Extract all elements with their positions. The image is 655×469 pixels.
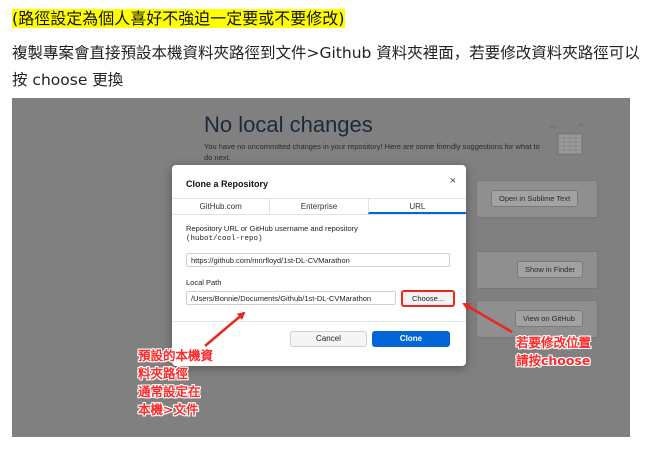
repository-url-label: Repository URL or GitHub username and re… <box>186 224 358 244</box>
dialog-divider <box>172 321 466 322</box>
tab-url[interactable]: URL <box>367 199 466 214</box>
close-icon[interactable]: × <box>450 175 456 187</box>
annotation-left-line: 通常設定在 <box>138 384 201 399</box>
annotation-left: 預設的本機資 料夾路徑 通常設定在 本機>文件 <box>138 347 213 419</box>
view-on-github-button[interactable]: View on GitHub <box>515 310 583 327</box>
annotation-right-line: 若要修改位置 <box>516 335 592 350</box>
show-in-finder-button[interactable]: Show in Finder <box>517 261 584 278</box>
note-line: (路徑設定為個人喜好不強迫一定要或不要修改) <box>12 8 345 30</box>
local-path-input[interactable]: /Users/Bonnie/Documents/Github/1st-DL-CV… <box>186 291 396 305</box>
suggestion-panel-finder: Show in Finder <box>476 251 598 289</box>
clone-repository-dialog: Clone a Repository × GitHub.com Enterpri… <box>172 165 466 366</box>
highlighted-note: (路徑設定為個人喜好不強迫一定要或不要修改) <box>12 9 345 28</box>
repository-url-hint: (hubot/cool-repo) <box>186 235 263 243</box>
github-desktop-screenshot: No local changes You have no uncommitted… <box>12 98 630 437</box>
no-changes-title: No local changes <box>204 112 373 137</box>
suggestion-panel-github: View on GitHub <box>476 300 598 338</box>
cancel-button[interactable]: Cancel <box>290 331 367 347</box>
open-in-sublime-button[interactable]: Open in Sublime Text <box>491 190 579 207</box>
annotation-left-line: 本機>文件 <box>138 402 199 417</box>
tab-github-com[interactable]: GitHub.com <box>172 199 269 214</box>
local-path-label: Local Path <box>186 278 222 287</box>
annotation-right: 若要修改位置 請按choose <box>516 334 591 370</box>
suggestion-illustration-icon <box>549 123 585 155</box>
annotation-left-line: 料夾路徑 <box>138 366 189 381</box>
clone-button[interactable]: Clone <box>372 331 450 347</box>
repository-url-input[interactable]: https://github.com/mnrfloyd/1st-DL-CVMar… <box>186 253 450 267</box>
dialog-title: Clone a Repository <box>186 179 269 189</box>
choose-button[interactable]: Choose... <box>401 290 455 307</box>
tab-enterprise[interactable]: Enterprise <box>269 199 367 214</box>
repository-url-label-text: Repository URL or GitHub username and re… <box>186 224 358 233</box>
no-changes-subtitle: You have no uncommitted changes in your … <box>204 142 540 162</box>
annotation-right-line: 請按choose <box>516 353 591 368</box>
description-paragraph: 複製專案會直接預設本機資料夾路徑到文件>Github 資料夾裡面，若要修改資料夾… <box>12 44 640 89</box>
suggestion-panel-editor: Open in Sublime Text <box>476 180 598 218</box>
tab-bar: GitHub.com Enterprise URL <box>172 198 466 215</box>
annotation-left-line: 預設的本機資 <box>138 348 214 363</box>
